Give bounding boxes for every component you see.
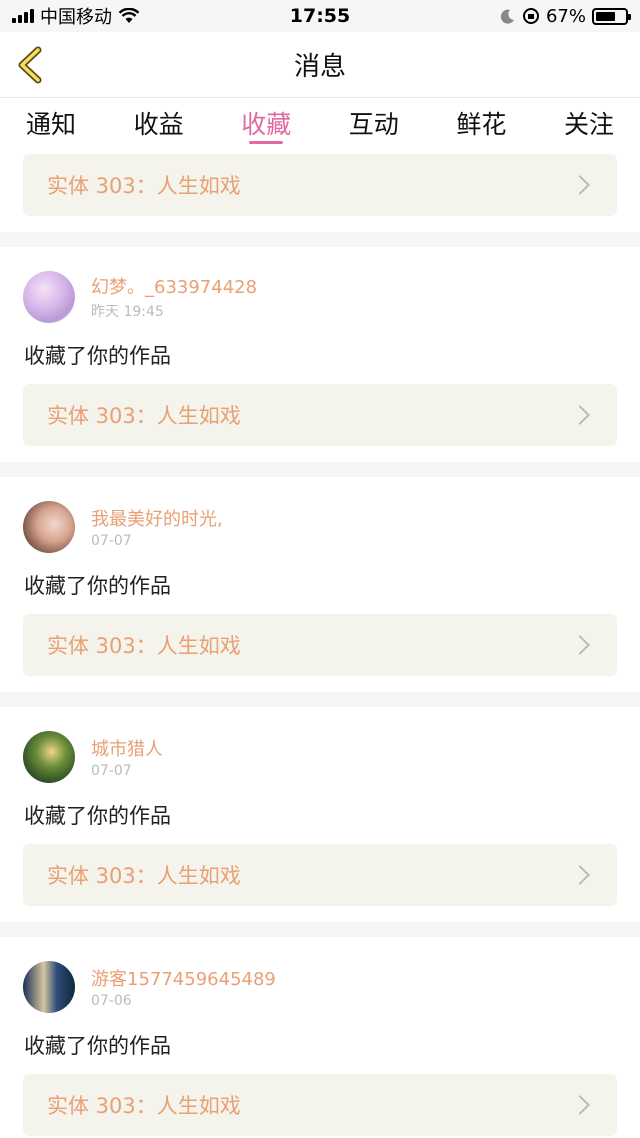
message-list: 实体 303：人生如戏 幻梦。_633974428 昨天 19:45 收藏了你的… (0, 148, 640, 1138)
work-card[interactable]: 实体 303：人生如戏 (23, 154, 617, 216)
wifi-icon (118, 8, 140, 23)
tab-notice[interactable]: 通知 (26, 98, 76, 148)
back-arrow-icon[interactable] (14, 46, 44, 84)
item-header: 幻梦。_633974428 昨天 19:45 (23, 270, 617, 324)
item-header: 游客1577459645489 07-06 (23, 960, 617, 1014)
action-text: 收藏了你的作品 (24, 574, 171, 598)
tab-earnings[interactable]: 收益 (134, 98, 184, 148)
username[interactable]: 我最美好的时光, (91, 505, 223, 531)
action-text: 收藏了你的作品 (24, 344, 171, 368)
battery-icon (592, 7, 631, 25)
tab-following[interactable]: 关注 (564, 98, 614, 148)
chevron-right-icon (570, 865, 590, 885)
avatar[interactable] (23, 961, 75, 1013)
moon-icon (500, 9, 514, 24)
action-text: 收藏了你的作品 (24, 1034, 171, 1058)
avatar[interactable] (23, 731, 75, 783)
signal-icon (12, 9, 34, 23)
tab-bar: 通知 收益 收藏 互动 鲜花 关注 (0, 98, 640, 148)
tab-flowers[interactable]: 鲜花 (456, 98, 506, 148)
work-title: 实体 303：人生如戏 (47, 634, 241, 658)
chevron-right-icon (570, 175, 590, 195)
tab-favorites[interactable]: 收藏 (241, 98, 291, 148)
carrier-label: 中国移动 (40, 7, 112, 28)
chevron-right-icon (570, 1095, 590, 1115)
nav-bar: 消息 (0, 32, 640, 98)
item-header: 我最美好的时光, 07-07 (23, 500, 617, 554)
work-card[interactable]: 实体 303：人生如戏 (23, 384, 617, 446)
clock: 17:55 (289, 5, 351, 27)
chevron-right-icon (570, 405, 590, 425)
work-title: 实体 303：人生如戏 (47, 174, 241, 198)
avatar[interactable] (23, 501, 75, 553)
list-item: 实体 303：人生如戏 (0, 148, 640, 232)
list-item: 我最美好的时光, 07-07 收藏了你的作品 实体 303：人生如戏 (0, 477, 640, 692)
avatar[interactable] (23, 271, 75, 323)
list-item: 幻梦。_633974428 昨天 19:45 收藏了你的作品 实体 303：人生… (0, 247, 640, 462)
timestamp: 07-06 (91, 993, 132, 1009)
work-card[interactable]: 实体 303：人生如戏 (23, 614, 617, 676)
item-header: 城市猎人 07-07 (23, 730, 617, 784)
list-item: 城市猎人 07-07 收藏了你的作品 实体 303：人生如戏 (0, 707, 640, 922)
list-item: 游客1577459645489 07-06 收藏了你的作品 实体 303：人生如… (0, 937, 640, 1138)
action-text: 收藏了你的作品 (24, 804, 171, 828)
rotation-lock-icon (522, 8, 539, 24)
timestamp: 07-07 (91, 533, 132, 549)
page-title: 消息 (293, 52, 346, 82)
status-right: 67% (500, 5, 631, 27)
status-bar: 中国移动 17:55 67% (0, 0, 640, 32)
work-card[interactable]: 实体 303：人生如戏 (23, 844, 617, 906)
timestamp: 昨天 19:45 (91, 304, 164, 320)
username[interactable]: 城市猎人 (91, 735, 163, 761)
username[interactable]: 幻梦。_633974428 (91, 273, 257, 299)
chevron-right-icon (570, 635, 590, 655)
status-left: 中国移动 (12, 3, 140, 29)
timestamp: 07-07 (91, 763, 132, 779)
battery-percent: 67% (545, 5, 586, 27)
work-title: 实体 303：人生如戏 (47, 404, 241, 428)
username[interactable]: 游客1577459645489 (91, 965, 276, 991)
work-title: 实体 303：人生如戏 (47, 1094, 241, 1118)
tab-interaction[interactable]: 互动 (349, 98, 399, 148)
work-card[interactable]: 实体 303：人生如戏 (23, 1074, 617, 1136)
work-title: 实体 303：人生如戏 (47, 864, 241, 888)
